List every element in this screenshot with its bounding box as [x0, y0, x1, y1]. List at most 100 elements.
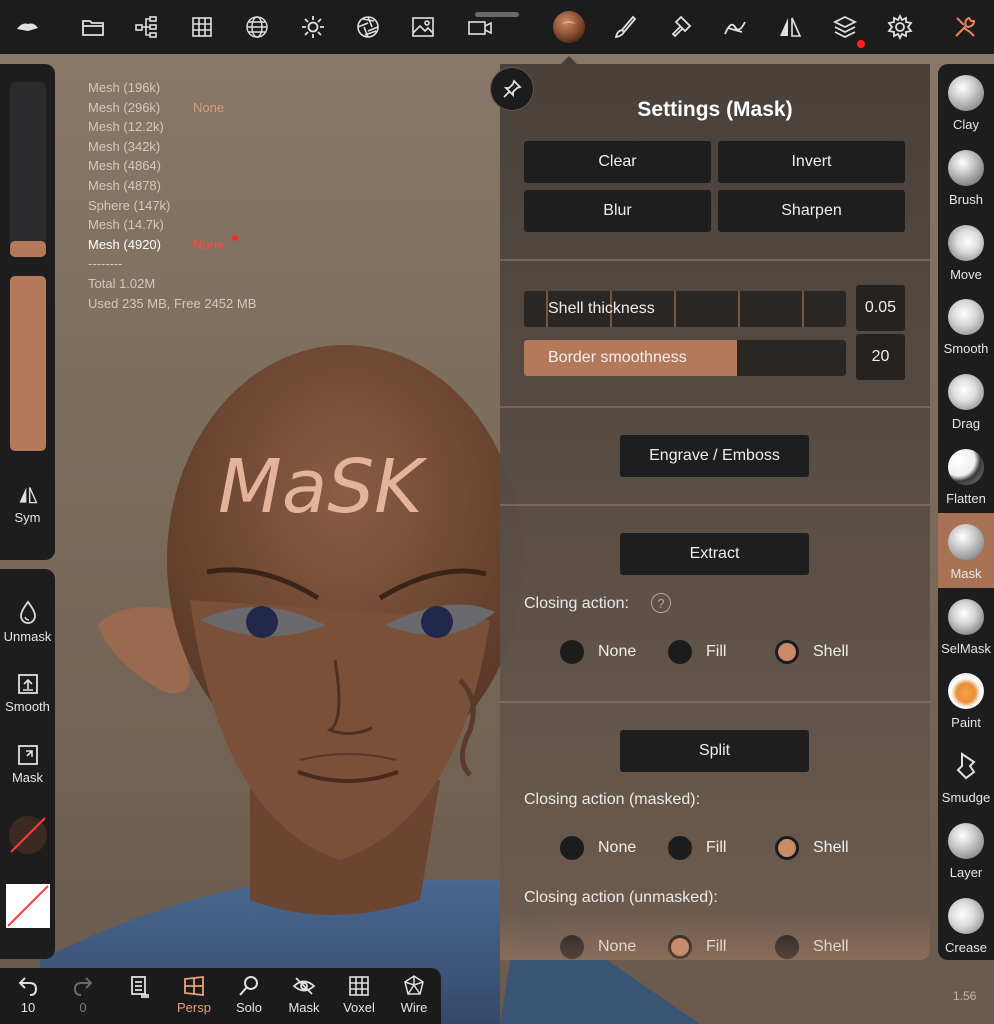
invert-button[interactable]: Invert	[718, 141, 905, 183]
image-icon[interactable]	[404, 8, 442, 46]
tools-icon[interactable]	[946, 8, 984, 46]
settings-icon[interactable]	[881, 8, 919, 46]
border-smoothness-value[interactable]: 20	[856, 334, 905, 380]
radio-label: Shell	[813, 839, 849, 856]
arrow-up-box-icon	[17, 674, 38, 694]
sphere-wire-icon[interactable]	[238, 8, 276, 46]
texture-swatch-button[interactable]	[6, 884, 50, 928]
smooth-mask-label: Smooth	[5, 699, 50, 714]
tool-crease[interactable]: Crease	[938, 887, 994, 960]
tool-move[interactable]: Move	[938, 214, 994, 289]
mesh-list-item: --------	[88, 254, 238, 274]
tool-label: Smudge	[941, 790, 991, 806]
radio-fill[interactable]: Fill	[668, 935, 726, 959]
mesh-name: Mesh (342k)	[88, 138, 161, 154]
tool-brush[interactable]: Brush	[938, 139, 994, 214]
shell-thickness-value[interactable]: 0.05	[856, 285, 905, 331]
radio-none[interactable]: None	[560, 935, 636, 959]
mesh-list-item[interactable]: Mesh (4864)	[88, 156, 238, 176]
persp-button[interactable]: Persp	[169, 974, 219, 1022]
radio-none[interactable]: None	[560, 640, 636, 664]
tool-layer[interactable]: Layer	[938, 812, 994, 887]
radio-label: Fill	[706, 643, 727, 660]
scene-tree-icon[interactable]	[128, 8, 166, 46]
border-smoothness-label: Border smoothness	[548, 349, 687, 366]
mesh-list-item[interactable]: Mesh (296k) None	[88, 98, 238, 118]
tool-paint[interactable]: Paint	[938, 662, 994, 737]
matcap-icon[interactable]	[550, 8, 588, 46]
closing-masked-label: Closing action (masked):	[524, 791, 701, 808]
mesh-list-item[interactable]: Mesh (196k)	[88, 78, 238, 98]
tool-label: Clay	[952, 117, 979, 132]
shell-thickness-slider[interactable]: Shell thickness	[524, 291, 846, 327]
split-button[interactable]: Split	[620, 730, 809, 772]
symmetry-icon[interactable]	[771, 8, 809, 46]
mask-action-label: Mask	[11, 770, 44, 785]
tool-smudge[interactable]: Smudge	[938, 737, 994, 812]
intensity-slider[interactable]	[10, 276, 46, 451]
mesh-name: Total 1.02M	[88, 275, 156, 291]
border-smoothness-slider[interactable]: Border smoothness	[524, 340, 846, 376]
stroke-icon[interactable]	[716, 8, 754, 46]
radius-slider[interactable]	[10, 82, 46, 257]
tool-flatten[interactable]: Flatten	[938, 438, 994, 513]
paint-roller-icon[interactable]	[661, 8, 699, 46]
mesh-list-item[interactable]: Mesh (12.2k)	[88, 117, 238, 137]
folder-icon[interactable]	[74, 8, 112, 46]
radio-indicator	[775, 935, 799, 959]
color-swatch-button[interactable]	[8, 815, 48, 855]
tool-selmask[interactable]: SelMask	[938, 588, 994, 663]
arrow-corner-box-icon	[17, 745, 38, 765]
radio-fill[interactable]: Fill	[668, 640, 726, 664]
tool-label: Move	[950, 266, 982, 282]
tool-drag[interactable]: Drag	[938, 363, 994, 438]
mesh-tag: None	[193, 99, 225, 115]
sun-icon[interactable]	[294, 8, 332, 46]
drag-tool-icon	[948, 374, 984, 411]
left-sliders-panel: Sym	[0, 64, 55, 560]
blur-button[interactable]: Blur	[524, 190, 711, 232]
clear-button[interactable]: Clear	[524, 141, 711, 183]
smooth-mask-button[interactable]: Smooth	[0, 673, 55, 714]
mask-visibility-button[interactable]: Mask	[279, 974, 329, 1022]
radio-indicator	[560, 640, 584, 664]
radio-shell[interactable]: Shell	[775, 640, 849, 664]
unmask-button[interactable]: Unmask	[0, 599, 55, 644]
tool-smooth[interactable]: Smooth	[938, 288, 994, 363]
mesh-list-item[interactable]: Mesh (14.7k)	[88, 215, 238, 235]
slider-tick	[674, 291, 676, 327]
extract-button[interactable]: Extract	[620, 533, 809, 575]
undo-button[interactable]: 10	[3, 974, 53, 1022]
mesh-list-item[interactable]: Mesh (4878)	[88, 176, 238, 196]
radio-shell[interactable]: Shell	[775, 836, 849, 860]
radio-indicator	[560, 836, 584, 860]
camera-icon[interactable]	[461, 8, 499, 46]
solo-button[interactable]: Solo	[224, 974, 274, 1022]
engrave-emboss-button[interactable]: Engrave / Emboss	[620, 435, 809, 477]
mesh-list-item[interactable]: Mesh (4920) None	[88, 234, 239, 255]
voxel-button[interactable]: Voxel	[334, 974, 384, 1022]
history-button[interactable]	[114, 974, 164, 1022]
redo-button[interactable]: 0	[58, 974, 108, 1022]
sym-button[interactable]: Sym	[0, 484, 55, 525]
mesh-name: Mesh (4864)	[88, 158, 161, 174]
pin-panel-button[interactable]	[490, 67, 534, 111]
separator	[500, 504, 930, 506]
mesh-list-item[interactable]: Mesh (342k)	[88, 137, 238, 157]
mesh-list-item[interactable]: Sphere (147k)	[88, 196, 238, 216]
brush-icon[interactable]	[606, 8, 644, 46]
help-icon[interactable]: ?	[651, 593, 671, 613]
aperture-icon[interactable]	[349, 8, 387, 46]
radio-fill[interactable]: Fill	[668, 836, 726, 860]
sharpen-button[interactable]: Sharpen	[718, 190, 905, 232]
nomad-logo-icon[interactable]	[8, 8, 46, 46]
tool-clay[interactable]: Clay	[938, 64, 994, 139]
mask-visibility-label: Mask	[288, 1000, 320, 1015]
tool-mask[interactable]: Mask	[938, 512, 994, 588]
grid-icon[interactable]	[183, 8, 221, 46]
radio-label: Shell	[813, 643, 849, 660]
mask-action-button[interactable]: Mask	[0, 744, 55, 785]
wire-button[interactable]: Wire	[389, 974, 439, 1022]
radio-shell[interactable]: Shell	[775, 935, 849, 959]
radio-none[interactable]: None	[560, 836, 636, 860]
